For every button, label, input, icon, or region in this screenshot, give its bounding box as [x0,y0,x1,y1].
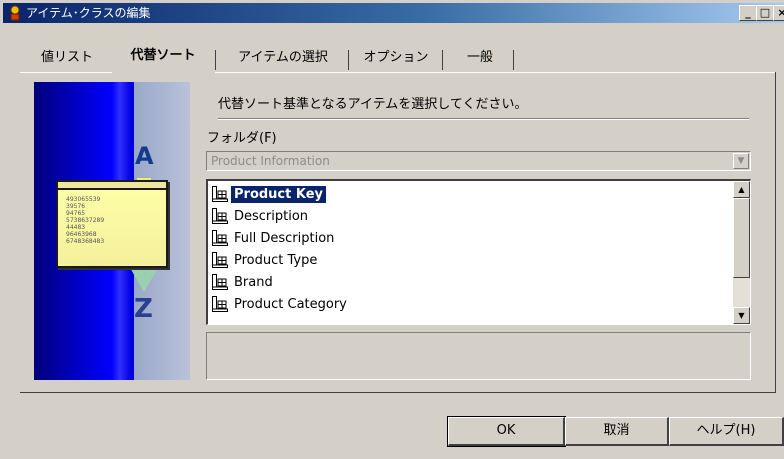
list-item[interactable]: Product Type [211,249,320,271]
scroll-thumb[interactable] [733,198,750,278]
card-line: 5738637289 [66,217,105,224]
item-description-panel [206,332,751,380]
tab-separator [442,50,443,70]
sort-illustration: A Z 493065539 39576 94765 5738637289 444… [34,82,190,380]
list-item-label: Product Category [234,296,347,312]
edit-item-class-dialog: アイテム･クラスの編集 _ □ × 値リスト 代替ソート アイテムの選択 オプシ… [0,0,784,459]
close-button[interactable]: × [773,5,784,21]
ok-button[interactable]: OK [447,416,566,447]
letter-z: Z [134,294,153,324]
tab-separator [348,50,349,70]
title-bar[interactable]: アイテム･クラスの編集 _ □ × [3,3,784,23]
item-list[interactable]: Product Key Description Full Description [206,179,751,325]
tab-value-list[interactable]: 値リスト [22,47,112,69]
sort-arrow-head [129,266,159,292]
card-line: 39576 [66,203,86,210]
tab-separator [215,50,216,70]
divider-highlight [218,119,749,120]
folder-label: フォルダ(F) [207,131,277,146]
list-item[interactable]: Description [211,205,311,227]
list-item-label: Product Key [229,184,328,204]
list-item-label: Full Description [234,230,335,246]
tab-page-border [20,392,776,393]
card-line: 94765 [66,210,86,217]
tab-alternative-sort[interactable]: 代替ソート [114,45,212,67]
list-item[interactable]: Full Description [211,227,337,249]
list-item-label: Brand [234,274,273,290]
item-icon [212,208,228,224]
card-line: 6748368483 [66,238,105,245]
data-card-graphic: 493065539 39576 94765 5738637289 44483 9… [56,180,168,268]
card-header [58,182,166,190]
item-icon [212,274,228,290]
item-icon [212,186,228,202]
tab-strip-line [215,72,775,73]
vertical-scrollbar[interactable]: ▲ ▼ [733,181,750,324]
window-title: アイテム･クラスの編集 [26,6,151,20]
tab-item-selection[interactable]: アイテムの選択 [222,47,344,69]
minimize-button[interactable]: _ [739,5,757,21]
list-item[interactable]: Product Category [211,293,350,315]
tab-page-border [775,72,776,392]
letter-a: A [135,142,154,170]
card-line: 96463968 [66,231,97,238]
instruction-text: 代替ソート基準となるアイテムを選択してください。 [218,97,528,112]
help-button[interactable]: ヘルプ(H) [669,417,784,446]
folder-select[interactable]: Product Information ▼ [206,151,751,171]
item-icon [212,230,228,246]
tab-strip-line [20,72,112,73]
folder-select-value: Product Information [211,154,330,168]
list-item-label: Description [234,208,309,224]
chevron-down-icon[interactable]: ▼ [733,153,749,169]
list-item[interactable]: Product Key [211,183,328,205]
item-icon [212,252,228,268]
scroll-down-icon[interactable]: ▼ [733,307,750,324]
list-item[interactable]: Brand [211,271,276,293]
tab-options[interactable]: オプション [354,47,438,69]
item-icon [212,296,228,312]
scroll-up-icon[interactable]: ▲ [733,181,750,198]
cancel-button[interactable]: 取消 [565,417,669,446]
maximize-button[interactable]: □ [756,5,774,21]
app-icon [10,5,20,21]
card-line: 44483 [66,224,86,231]
list-item-label: Product Type [234,252,318,268]
card-numbers: 493065539 39576 94765 5738637289 44483 9… [66,196,104,245]
card-line: 493065539 [66,196,101,203]
tab-general[interactable]: 一般 [450,47,510,69]
tab-separator [513,50,514,70]
